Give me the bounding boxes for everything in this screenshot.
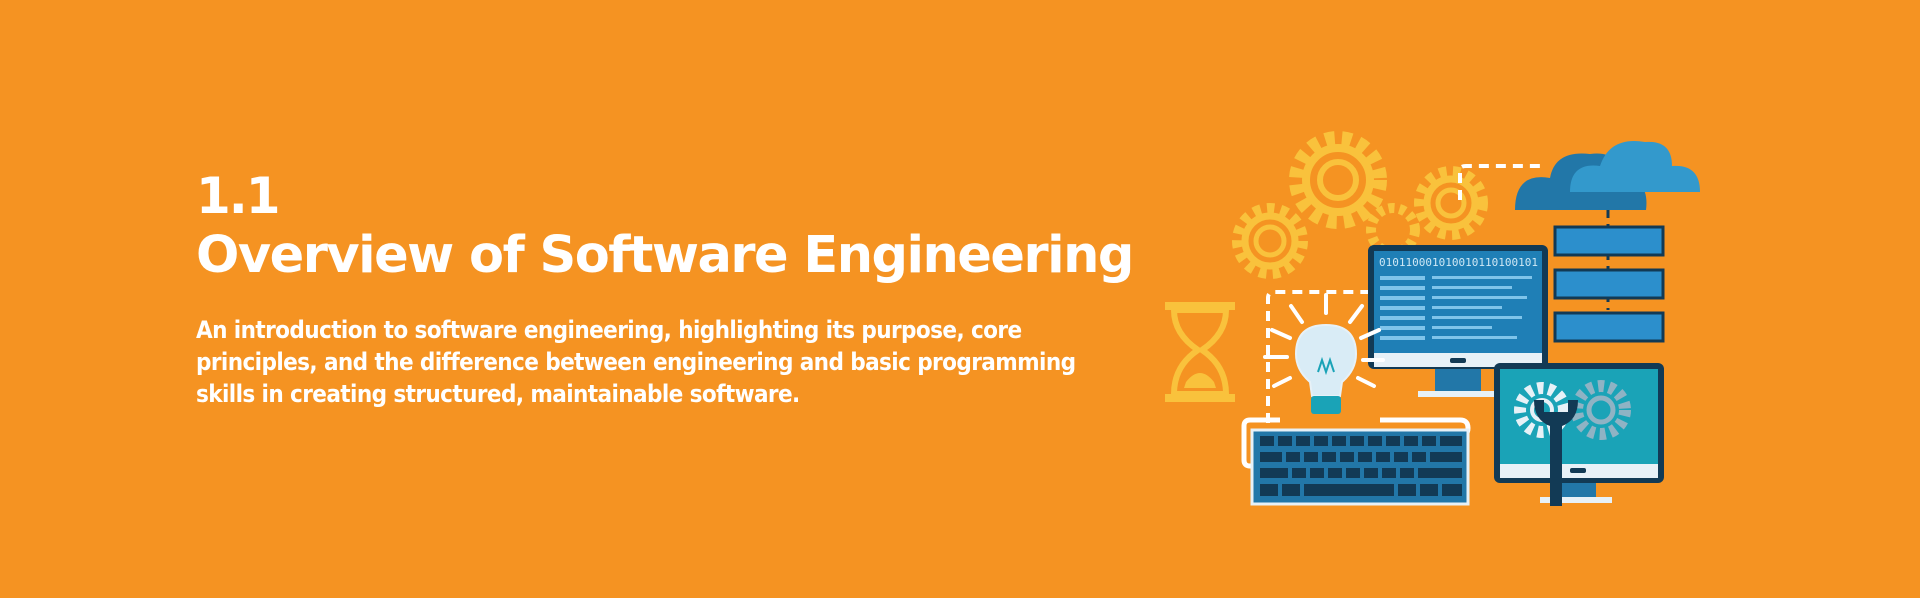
monitor-code-text: 010110001010010110100101 bbox=[1379, 256, 1538, 269]
hourglass-icon bbox=[1165, 302, 1235, 402]
hero-text: 1.1 Overview of Software Engineering An … bbox=[196, 167, 1134, 410]
gear-icon bbox=[1414, 166, 1488, 240]
keyboard-icon bbox=[1250, 428, 1470, 506]
lightbulb-icon bbox=[1263, 293, 1385, 414]
page-description: An introduction to software engineering,… bbox=[196, 316, 1076, 408]
gear-icon bbox=[1289, 131, 1387, 229]
software-engineering-illustration: 010110001010010110100101 bbox=[1165, 131, 1700, 506]
gear-icon bbox=[1232, 203, 1308, 279]
section-number: 1.1 bbox=[196, 167, 281, 225]
hero-banner: 1.1 Overview of Software Engineering An … bbox=[0, 0, 1920, 598]
cloud-icon bbox=[1515, 141, 1700, 210]
page-title: Overview of Software Engineering bbox=[196, 226, 1134, 285]
server-rack-icon bbox=[1553, 225, 1665, 343]
monitor-icon bbox=[1494, 363, 1664, 503]
